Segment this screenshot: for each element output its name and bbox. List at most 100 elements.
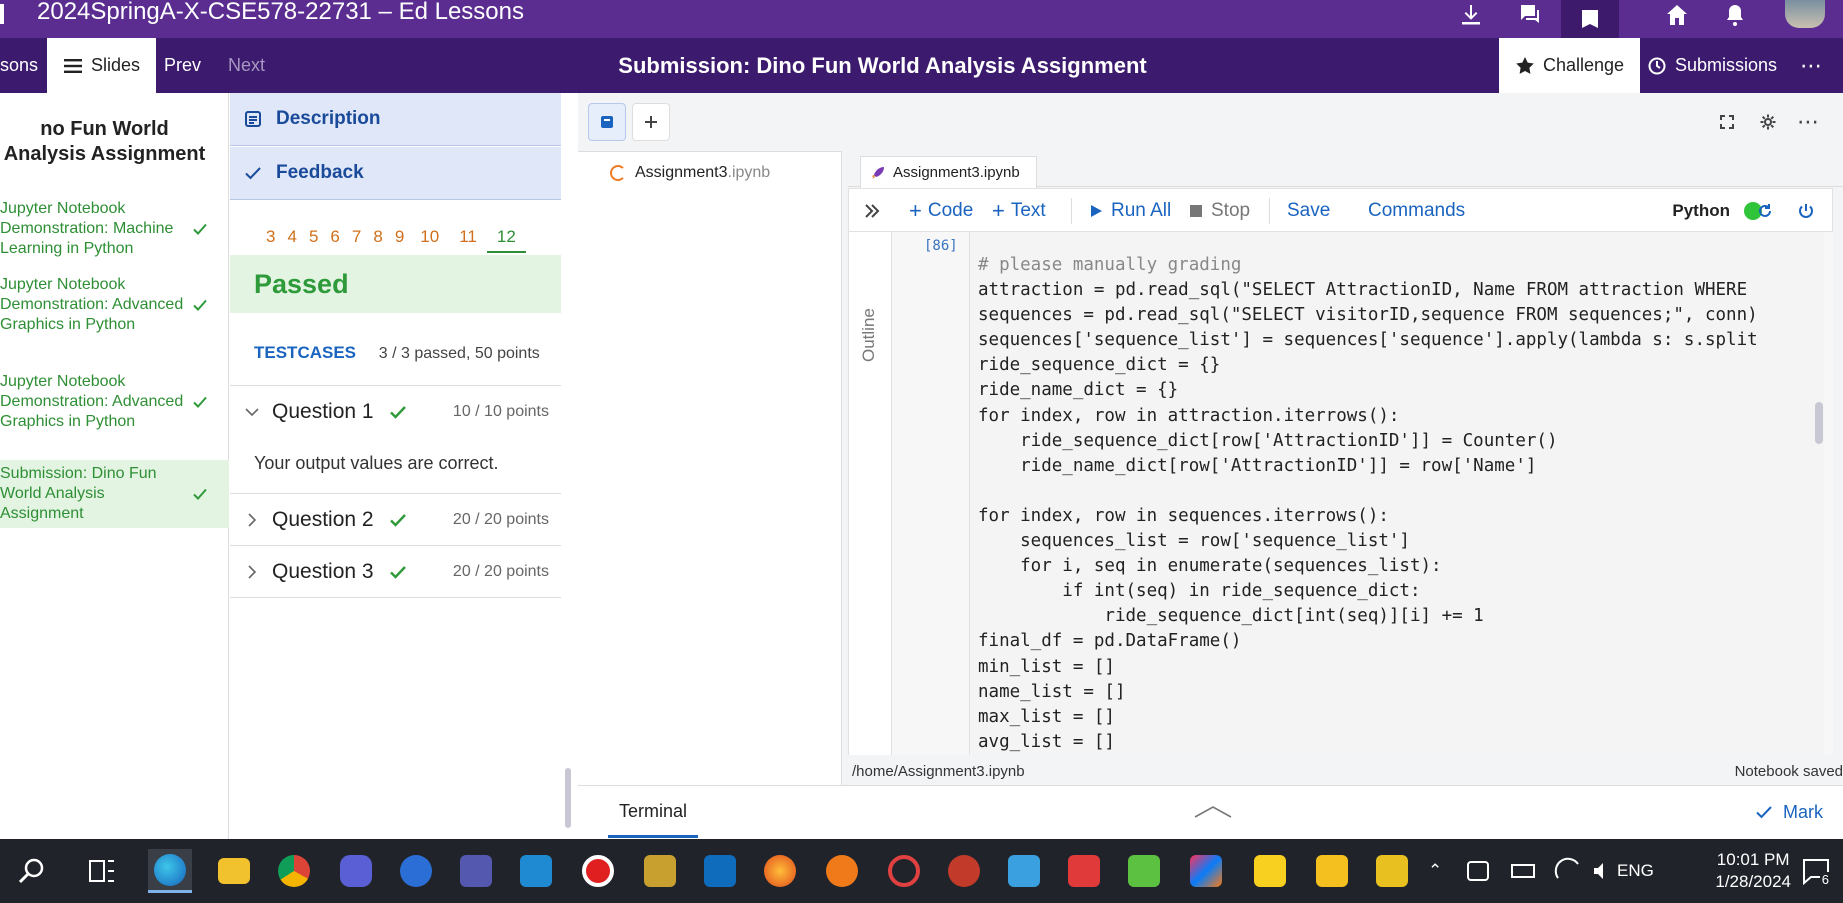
code-line: for index, row in attraction.iterrows():	[978, 405, 1400, 426]
add-text-label: Text	[1010, 200, 1046, 221]
restart-icon[interactable]	[1750, 189, 1780, 233]
question-row[interactable]: Question 1 10 / 10 points	[230, 385, 561, 437]
record-icon[interactable]	[576, 849, 620, 893]
pdf-icon[interactable]	[1310, 849, 1354, 893]
slide-item[interactable]: Jupyter Notebook Demonstration: Machine …	[0, 195, 229, 263]
home-icon[interactable]	[1648, 0, 1706, 30]
teams-icon[interactable]	[454, 849, 498, 893]
question-row[interactable]: Question 2 20 / 20 points	[230, 493, 561, 545]
code-cell[interactable]: # please manually grading attraction = p…	[969, 232, 1824, 755]
app-icon[interactable]	[820, 849, 864, 893]
panel-resize-handle[interactable]	[565, 768, 571, 828]
file-explorer-icon[interactable]	[212, 849, 256, 893]
submission-tab[interactable]: 4	[281, 221, 302, 253]
kernel-status[interactable]: Python	[1672, 189, 1762, 233]
commands-button[interactable]: Commands	[1368, 189, 1465, 233]
submission-tab[interactable]: 10	[410, 221, 449, 253]
app-icon[interactable]	[1122, 849, 1166, 893]
files-view-button[interactable]	[588, 103, 626, 141]
description-tab[interactable]: Description	[230, 93, 561, 146]
sticky-notes-icon[interactable]	[1248, 849, 1292, 893]
notebook-tab-label: Assignment3.ipynb	[893, 164, 1020, 181]
search-icon[interactable]	[10, 849, 54, 893]
submission-tab-active[interactable]: 12	[486, 221, 526, 253]
chat-icon[interactable]	[1501, 0, 1559, 30]
challenge-button[interactable]: Challenge	[1499, 38, 1641, 93]
submission-tab[interactable]: 8	[367, 221, 388, 253]
code-line: ride_sequence_dict = {}	[978, 355, 1221, 376]
run-all-button[interactable]: Run All	[1089, 189, 1171, 233]
feedback-tab[interactable]: Feedback	[230, 147, 561, 200]
add-tab-button[interactable]	[632, 103, 670, 141]
chrome-icon[interactable]	[272, 849, 316, 893]
submission-tab[interactable]: 9	[389, 221, 410, 253]
outline-panel[interactable]: Outline	[848, 232, 892, 755]
submission-tab[interactable]: 3	[260, 221, 281, 253]
run-all-label: Run All	[1111, 200, 1172, 221]
more-menu-icon[interactable]: ⋯	[1800, 38, 1822, 93]
more-options-icon[interactable]: ⋯	[1793, 107, 1823, 137]
slide-item-label: Jupyter Notebook Demonstration: Advanced…	[0, 276, 184, 333]
app-icon[interactable]	[638, 849, 682, 893]
chevron-up-icon[interactable]	[1193, 802, 1233, 820]
question-row[interactable]: Question 3 20 / 20 points	[230, 545, 561, 597]
notification-icon[interactable]: 6	[1801, 857, 1831, 887]
check-icon	[389, 565, 406, 579]
stop-icon	[1190, 205, 1202, 217]
scrollbar[interactable]	[1815, 402, 1823, 444]
submission-tab[interactable]: 11	[449, 221, 487, 253]
show-hidden-icons[interactable]: ⌃	[1428, 839, 1442, 903]
bell-icon[interactable]	[1706, 0, 1764, 30]
prev-button[interactable]: Prev	[164, 38, 201, 93]
slide-item[interactable]: Jupyter Notebook Demonstration: Advanced…	[0, 271, 229, 339]
download-icon[interactable]	[1442, 0, 1500, 30]
submission-tab[interactable]: 7	[346, 221, 367, 253]
terminal-bar: Terminal Mark	[578, 785, 1843, 839]
lessons-link[interactable]: sons	[0, 38, 38, 93]
avatar[interactable]	[1785, 0, 1825, 28]
power-icon[interactable]	[1791, 189, 1821, 233]
app-icon[interactable]	[394, 849, 438, 893]
app-icon[interactable]	[1002, 849, 1046, 893]
gear-icon[interactable]	[1753, 107, 1783, 137]
add-text-cell-button[interactable]: + Text	[992, 189, 1046, 233]
app-icon[interactable]	[942, 849, 986, 893]
system-tray-icons[interactable]	[1466, 839, 1616, 903]
task-view-icon[interactable]	[80, 849, 124, 893]
slide-item[interactable]: Jupyter Notebook Demonstration: Advanced…	[0, 368, 229, 436]
fullscreen-icon[interactable]	[1712, 107, 1742, 137]
code-line: ride_name_dict[row['AttractionID']] = ro…	[978, 455, 1537, 476]
edge-icon[interactable]	[148, 849, 192, 893]
player-icon[interactable]	[1370, 849, 1414, 893]
submission-tab[interactable]: 6	[324, 221, 345, 253]
app-icon[interactable]	[882, 849, 926, 893]
language-indicator[interactable]: ENG	[1617, 839, 1654, 903]
slide-item-active[interactable]: Submission: Dino Fun World Analysis Assi…	[0, 460, 229, 528]
book-icon[interactable]	[1561, 0, 1619, 38]
file-item[interactable]: Assignment3.ipynb	[635, 164, 770, 182]
stop-button[interactable]: Stop	[1189, 189, 1250, 233]
save-button[interactable]: Save	[1287, 189, 1330, 233]
add-code-label: Code	[927, 200, 974, 221]
slides-button[interactable]: Slides	[47, 38, 157, 93]
add-code-cell-button[interactable]: + Code	[909, 189, 973, 233]
clock[interactable]: 10:01 PM 1/28/2024	[1715, 849, 1791, 893]
next-button[interactable]: Next	[228, 38, 265, 93]
app-icon[interactable]	[1062, 849, 1106, 893]
intellij-icon[interactable]	[1184, 849, 1228, 893]
outlook-icon[interactable]	[698, 849, 742, 893]
terminal-tab[interactable]: Terminal	[608, 786, 698, 838]
submission-tab[interactable]: 5	[303, 221, 324, 253]
submissions-button[interactable]: Submissions	[1647, 38, 1777, 93]
vscode-icon[interactable]	[514, 849, 558, 893]
feedback-label: Feedback	[276, 162, 364, 183]
notebook-tab[interactable]: Assignment3.ipynb	[860, 156, 1037, 188]
code-line: sequences_list = row['sequence_list']	[978, 531, 1410, 552]
firefox-icon[interactable]	[758, 849, 802, 893]
mark-button[interactable]: Mark	[1755, 786, 1823, 838]
submissions-label: Submissions	[1675, 55, 1778, 75]
code-line: final_df = pd.DataFrame()	[978, 631, 1242, 652]
testcases-result: 3 / 3 passed, 50 points	[378, 345, 540, 362]
app-icon[interactable]	[334, 849, 378, 893]
expand-sidebar-icon[interactable]	[857, 189, 887, 233]
